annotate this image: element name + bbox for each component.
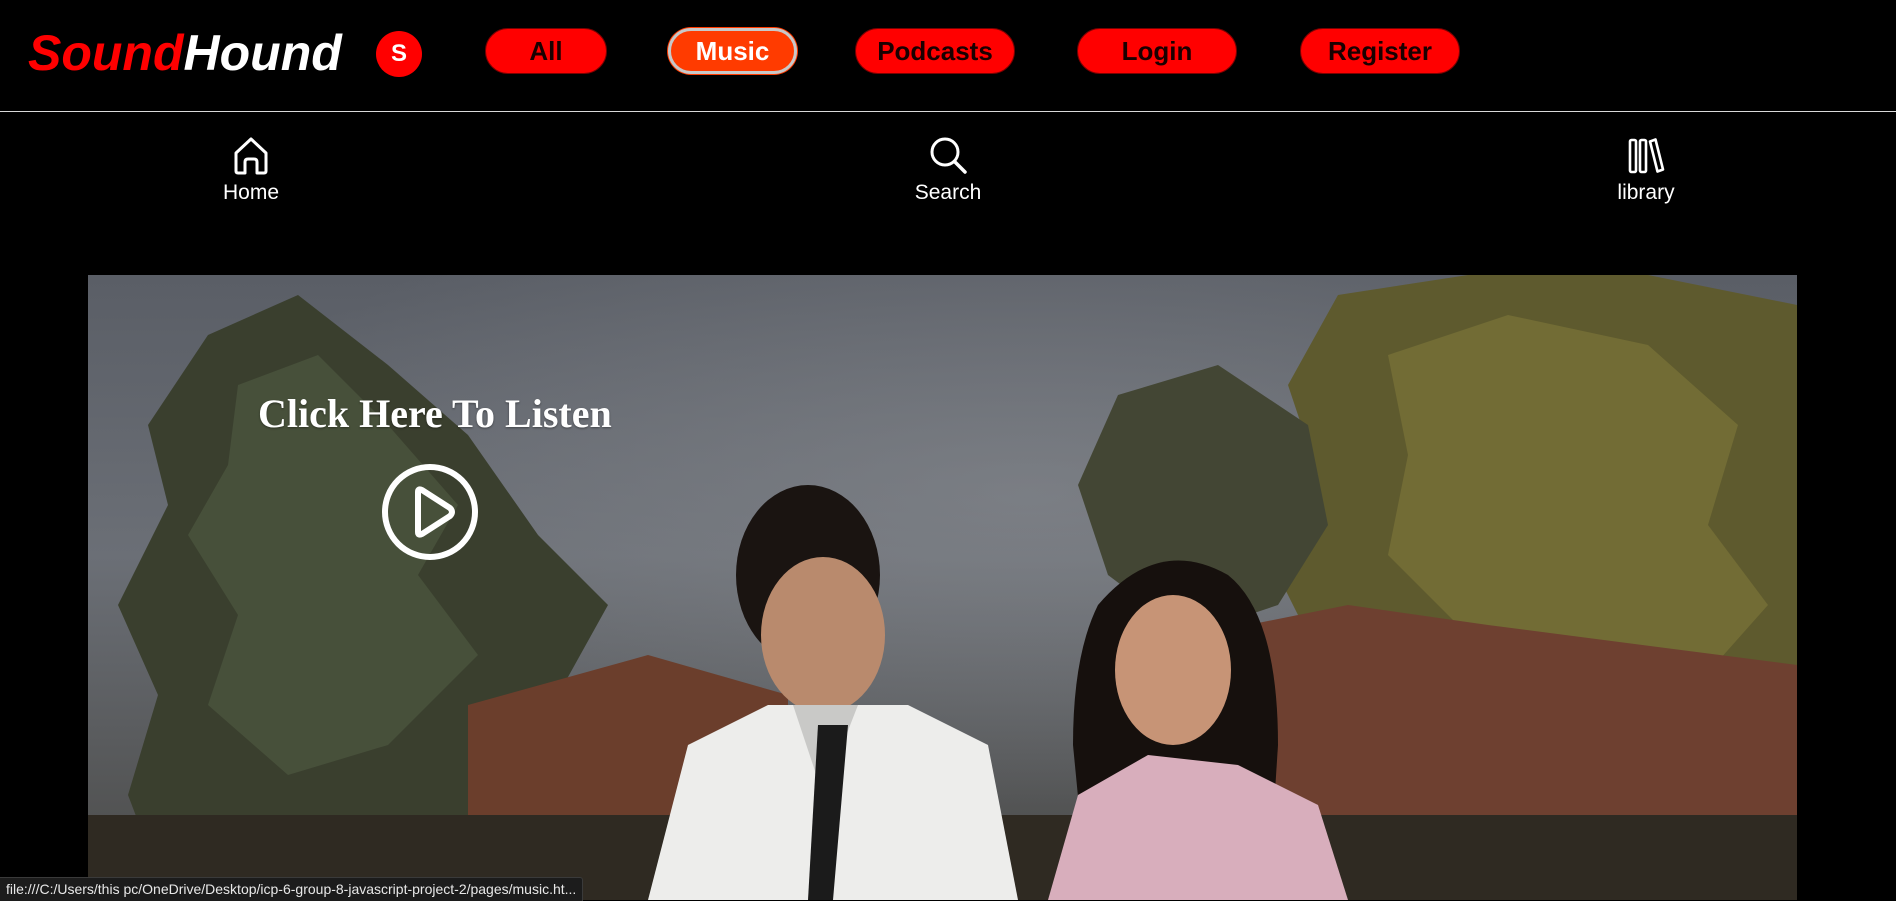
avatar[interactable]: S [376, 31, 422, 77]
tab-all[interactable]: All [485, 28, 607, 74]
nav-home-label: Home [222, 181, 280, 204]
nav-home[interactable]: Home [191, 134, 311, 206]
library-icon [1628, 138, 1665, 174]
logo-part-hound: Hound [183, 25, 342, 81]
logo[interactable]: SoundHound [28, 24, 342, 82]
search-icon [930, 137, 967, 174]
logo-part-sound: Sound [28, 25, 184, 81]
register-button[interactable]: Register [1300, 28, 1460, 74]
tab-music[interactable]: Music [668, 28, 797, 74]
play-circle-icon[interactable] [380, 462, 480, 562]
home-icon [234, 137, 268, 175]
nav-search-label: Search [914, 181, 982, 204]
hero-title[interactable]: Click Here To Listen [258, 390, 612, 437]
nav-search[interactable]: Search [888, 134, 1008, 206]
hero-banner[interactable]: Click Here To Listen [88, 275, 1797, 900]
login-button[interactable]: Login [1077, 28, 1237, 74]
hero-image [88, 275, 1797, 900]
nav-library-label: library [1617, 181, 1675, 204]
nav-library[interactable]: library [1586, 134, 1706, 206]
top-header: SoundHound S All Music Podcasts Login Re… [0, 0, 1896, 112]
browser-status-bar: file:///C:/Users/this pc/OneDrive/Deskto… [0, 877, 584, 901]
tab-podcasts[interactable]: Podcasts [855, 28, 1015, 74]
